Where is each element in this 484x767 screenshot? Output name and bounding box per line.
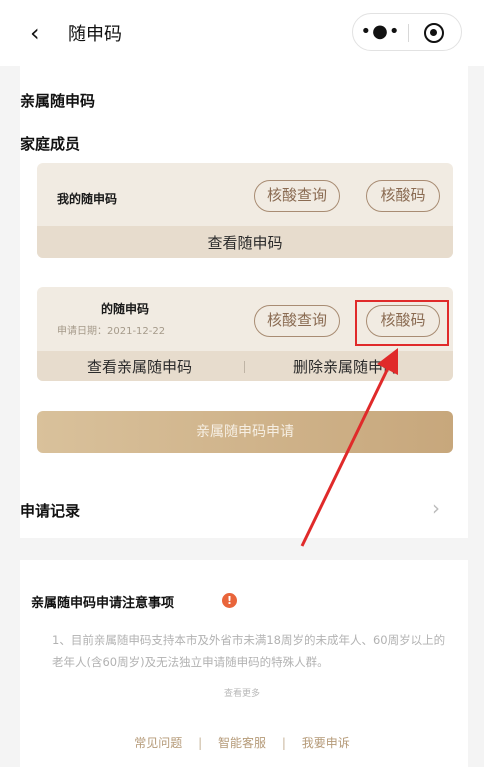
annotation-highlight-box: [355, 300, 449, 346]
footer-divider: [244, 361, 245, 373]
back-chevron-icon[interactable]: ‹: [30, 18, 52, 48]
apply-relative-code-button[interactable]: 亲属随申码申请: [37, 411, 453, 453]
page-title: 随申码: [68, 24, 122, 45]
my-nucleic-code-button[interactable]: 核酸码: [366, 180, 440, 212]
complaint-link[interactable]: 我要申诉: [302, 734, 350, 751]
page: ‹ 随申码 •●• 亲属随申码 家庭成员 我的随申码 核酸查询 核酸码 查看随申…: [0, 0, 484, 767]
footer-separator: |: [281, 736, 286, 750]
notice-text: 1、目前亲属随申码支持本市及外省市未满18周岁的未成年人、60周岁以上的老年人(…: [52, 633, 446, 669]
chevron-right-icon: ›: [432, 496, 440, 520]
relative-code-name: 的随申码: [101, 302, 150, 316]
my-nucleic-query-button[interactable]: 核酸查询: [254, 180, 340, 212]
delete-relative-code-link[interactable]: 删除亲属随申码: [293, 356, 398, 377]
top-nav-bar: ‹ 随申码 •●•: [0, 0, 484, 66]
more-dots-icon[interactable]: •●•: [353, 14, 408, 52]
capsule-divider: [408, 24, 409, 42]
notice-title: 亲属随申码申请注意事项: [31, 596, 175, 611]
section-title: 亲属随申码: [20, 92, 96, 110]
view-relative-code-link[interactable]: 查看亲属随申码: [87, 356, 192, 377]
relative-nucleic-query-button[interactable]: 核酸查询: [254, 305, 340, 337]
my-code-card: 我的随申码 核酸查询 核酸码 查看随申码: [37, 163, 453, 258]
footer-separator: |: [198, 736, 203, 750]
my-code-footer: 查看随申码: [37, 226, 453, 258]
apply-date: 申请日期：2021-12-22: [57, 326, 166, 337]
my-code-name: 我的随申码: [57, 192, 118, 206]
application-record-row[interactable]: 申请记录 ›: [20, 478, 468, 538]
warning-icon: !: [222, 593, 237, 608]
relative-code-footer: 查看亲属随申码 删除亲属随申码: [37, 351, 453, 381]
footer-links: 常见问题 | 智能客服 | 我要申诉: [0, 734, 484, 751]
mini-program-capsule: •●•: [352, 13, 462, 51]
application-record-label: 申请记录: [20, 502, 81, 520]
view-my-code-link[interactable]: 查看随申码: [37, 232, 453, 253]
view-more-link[interactable]: 查看更多: [0, 686, 484, 699]
smart-service-link[interactable]: 智能客服: [218, 734, 266, 751]
close-target-icon[interactable]: [424, 23, 444, 43]
faq-link[interactable]: 常见问题: [134, 734, 182, 751]
family-members-title: 家庭成员: [20, 135, 81, 153]
